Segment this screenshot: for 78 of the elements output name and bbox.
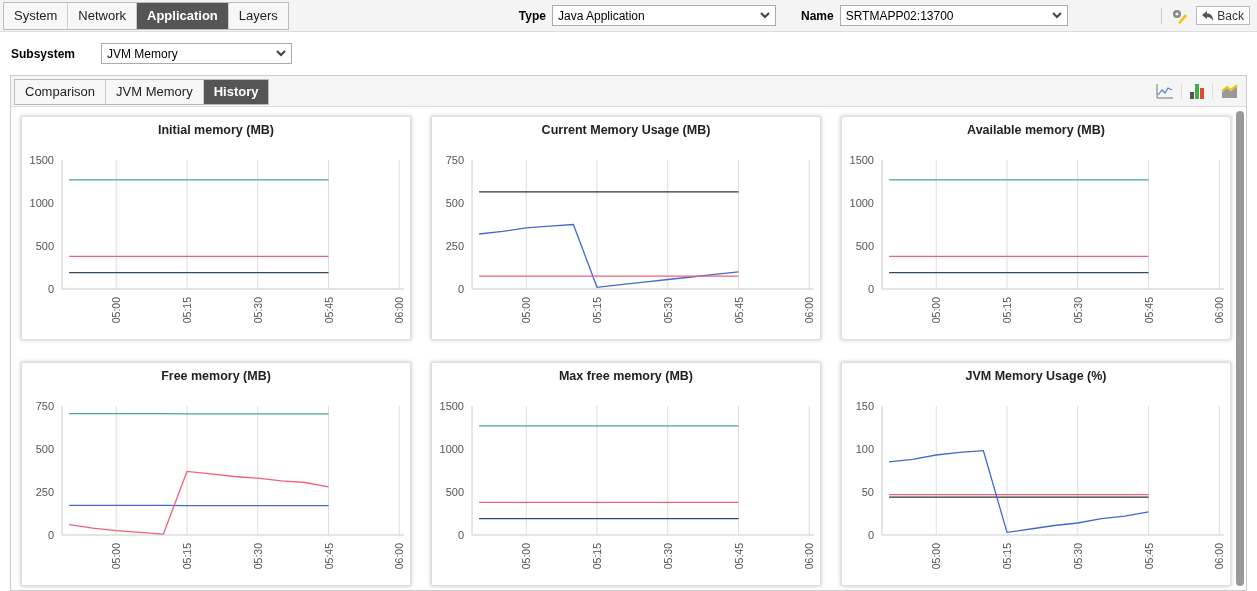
y-axis-label: 500 [35, 443, 54, 455]
x-axis-label: 05:45 [1142, 543, 1155, 570]
chart-title: Max free memory (MB) [557, 368, 695, 384]
x-axis-label: 05:30 [251, 543, 264, 570]
y-axis-label: 500 [35, 240, 54, 252]
x-axis-label: 06:00 [803, 297, 816, 324]
chevron-down-icon [1051, 12, 1062, 19]
x-axis-label: 05:00 [930, 297, 943, 324]
y-axis-label: 50 [861, 486, 874, 498]
y-axis-label: 750 [445, 154, 464, 166]
y-axis-label: 0 [867, 283, 874, 295]
name-dropdown[interactable]: SRTMAPP02:13700 [839, 5, 1068, 26]
view-tab[interactable]: History [202, 80, 269, 104]
y-axis-label: 0 [47, 283, 54, 295]
x-axis-label: 06:00 [393, 297, 406, 324]
area-chart-icon[interactable] [1221, 83, 1238, 99]
x-axis-label: 05:30 [661, 297, 674, 324]
y-axis-label: 500 [445, 197, 464, 209]
y-axis-label: 0 [47, 529, 54, 541]
x-axis-label: 05:15 [181, 543, 193, 570]
x-axis-label: 06:00 [1213, 543, 1226, 570]
y-axis-label: 250 [445, 240, 464, 252]
chart-title: Initial memory (MB) [157, 122, 275, 138]
chart-title: Free memory (MB) [160, 368, 272, 384]
x-axis-label: 05:30 [1071, 297, 1084, 324]
back-button[interactable]: Back [1196, 6, 1250, 25]
x-axis-label: 05:45 [732, 543, 745, 570]
scrollbar[interactable] [1236, 111, 1244, 586]
line-chart-icon[interactable] [1156, 83, 1173, 99]
x-axis-label: 05:15 [1001, 297, 1013, 324]
y-axis-label: 1500 [849, 154, 874, 166]
back-arrow-icon [1202, 10, 1215, 21]
y-axis-label: 0 [457, 283, 464, 295]
y-axis-label: 1000 [29, 197, 54, 209]
type-label: Type [518, 7, 546, 25]
y-axis-label: 500 [445, 486, 464, 498]
x-axis-label: 05:30 [1071, 543, 1084, 570]
name-label: Name [800, 7, 834, 25]
y-axis-label: 1000 [439, 443, 464, 455]
x-axis-label: 05:00 [110, 543, 123, 570]
x-axis-label: 05:00 [520, 543, 533, 570]
chevron-down-icon [276, 50, 287, 57]
y-axis-label: 100 [855, 443, 874, 455]
x-axis-label: 05:15 [591, 297, 603, 324]
y-axis-label: 500 [855, 240, 874, 252]
chart-title: Current Memory Usage (MB) [540, 122, 712, 138]
x-axis-label: 05:45 [322, 543, 335, 570]
type-dropdown[interactable]: Java Application [551, 5, 776, 26]
nav-tab[interactable]: Application [136, 2, 228, 29]
x-axis-label: 05:45 [1142, 297, 1155, 324]
y-axis-label: 1500 [29, 154, 54, 166]
x-axis-label: 05:30 [661, 543, 674, 570]
y-axis-label: 0 [867, 529, 874, 541]
y-axis-label: 150 [855, 400, 874, 412]
x-axis-label: 05:00 [930, 543, 943, 570]
x-axis-label: 05:00 [110, 297, 123, 324]
x-axis-label: 05:30 [251, 297, 264, 324]
subsystem-dropdown[interactable]: JVM Memory [101, 43, 293, 64]
x-axis-label: 06:00 [393, 543, 406, 570]
x-axis-label: 06:00 [803, 543, 816, 570]
chart-title: JVM Memory Usage (%) [964, 368, 1108, 384]
y-axis-label: 1000 [849, 197, 874, 209]
y-axis-label: 0 [457, 529, 464, 541]
x-axis-label: 05:15 [591, 543, 603, 570]
bar-chart-icon[interactable] [1190, 83, 1204, 99]
x-axis-label: 05:15 [1001, 543, 1013, 570]
x-axis-label: 05:00 [520, 297, 533, 324]
x-axis-label: 06:00 [1213, 297, 1226, 324]
subsystem-label: Subsystem [11, 45, 76, 63]
x-axis-label: 05:45 [732, 297, 745, 324]
settings-icon[interactable] [1170, 7, 1189, 24]
y-axis-label: 250 [35, 486, 54, 498]
chevron-down-icon [759, 12, 770, 19]
x-axis-label: 05:15 [181, 297, 193, 324]
x-axis-label: 05:45 [322, 297, 335, 324]
chart-title: Available memory (MB) [966, 122, 1106, 138]
y-axis-label: 750 [35, 400, 54, 412]
y-axis-label: 1500 [439, 400, 464, 412]
